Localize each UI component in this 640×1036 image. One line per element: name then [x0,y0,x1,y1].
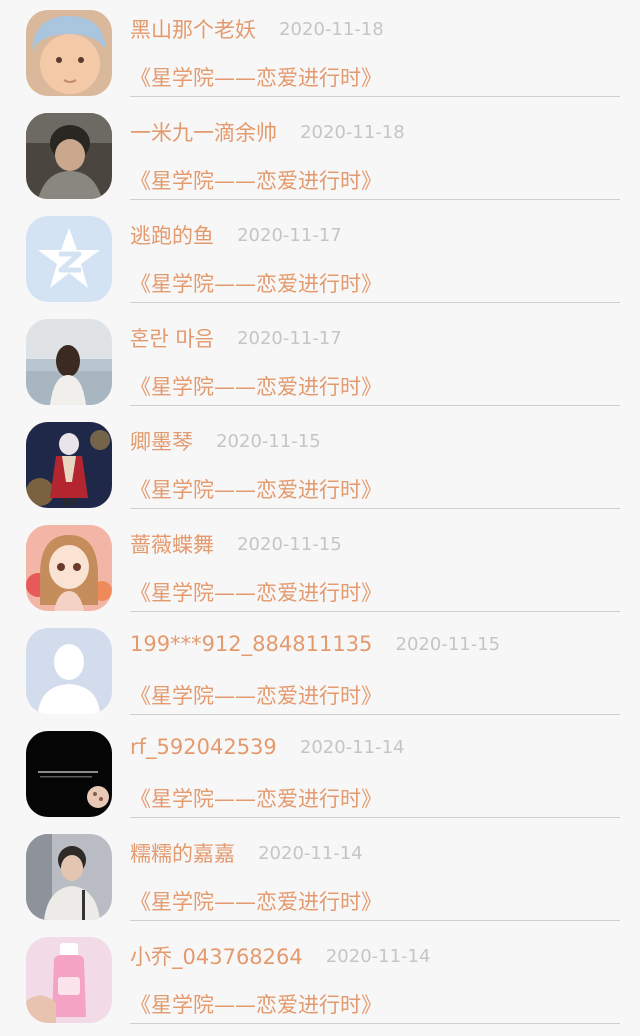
work-title[interactable]: 《星学院——恋爱进行时》 [130,783,382,813]
comment-date: 2020-11-15 [395,633,501,655]
comment-date: 2020-11-14 [325,945,431,967]
list-item[interactable]: 卿墨琴 2020-11-15 《星学院——恋爱进行时》 [0,412,640,515]
comment-date: 2020-11-15 [237,533,342,555]
divider [130,199,620,200]
list-item[interactable]: 黑山那个老妖 2020-11-18 《星学院——恋爱进行时》 [0,0,640,103]
comment-header: 逃跑的鱼 2020-11-17 [130,220,342,254]
work-title[interactable]: 《星学院——恋爱进行时》 [130,886,382,916]
anime-girl-avatar[interactable] [26,525,112,611]
work-title[interactable]: 《星学院——恋爱进行时》 [130,989,382,1019]
comment-date: 2020-11-18 [279,18,384,40]
list-item[interactable]: 199***912_884811135 2020-11-15 《星学院——恋爱进… [0,618,640,721]
divider [130,508,620,509]
comment-header: 糯糯的嘉嘉 2020-11-14 [130,838,363,872]
comment-date: 2020-11-17 [237,224,342,246]
comment-date: 2020-11-14 [258,842,363,864]
work-title[interactable]: 《星学院——恋爱进行时》 [130,474,382,504]
comment-list: 黑山那个老妖 2020-11-18 《星学院——恋爱进行时》 一米九一滴余帅 2… [0,0,640,1036]
dark-text-avatar[interactable] [26,731,112,817]
divider [130,817,620,818]
work-title[interactable]: 《星学院——恋爱进行时》 [130,165,382,195]
work-title[interactable]: 《星学院——恋爱进行时》 [130,577,382,607]
comment-date: 2020-11-15 [216,430,321,452]
qq-star-avatar[interactable] [26,216,112,302]
list-item[interactable]: 蔷薇蝶舞 2020-11-15 《星学院——恋爱进行时》 [0,515,640,618]
user-name[interactable]: rf_592042539 [130,735,277,759]
divider [130,1023,620,1024]
work-title[interactable]: 《星学院——恋爱进行时》 [130,371,382,401]
user-name[interactable]: 199***912_884811135 [130,632,372,656]
comment-header: 199***912_884811135 2020-11-15 [130,632,500,666]
list-item[interactable]: 혼란 마음 2020-11-17 《星学院——恋爱进行时》 [0,309,640,412]
divider [130,302,620,303]
list-item[interactable]: 一米九一滴余帅 2020-11-18 《星学院——恋爱进行时》 [0,103,640,206]
comment-date: 2020-11-14 [299,736,405,758]
user-name[interactable]: 黑山那个老妖 [130,18,256,42]
divider [130,405,620,406]
list-item[interactable]: 糯糯的嘉嘉 2020-11-14 《星学院——恋爱进行时》 [0,824,640,927]
comment-header: rf_592042539 2020-11-14 [130,735,404,769]
user-name[interactable]: 一米九一滴余帅 [130,121,277,145]
comment-date: 2020-11-18 [300,121,405,143]
child-photo-avatar[interactable] [26,113,112,199]
user-name[interactable]: 逃跑的鱼 [130,224,214,248]
anime-warrior-avatar[interactable] [26,422,112,508]
user-name[interactable]: 蔷薇蝶舞 [130,533,214,557]
comment-header: 一米九一滴余帅 2020-11-18 [130,117,405,151]
comment-date: 2020-11-17 [237,327,342,349]
baby-avatar[interactable] [26,10,112,96]
divider [130,611,620,612]
work-title[interactable]: 《星学院——恋爱进行时》 [130,268,382,298]
list-item[interactable]: 逃跑的鱼 2020-11-17 《星学院——恋爱进行时》 [0,206,640,309]
list-item[interactable]: rf_592042539 2020-11-14 《星学院——恋爱进行时》 [0,721,640,824]
boy-photo-avatar[interactable] [26,834,112,920]
divider [130,714,620,715]
user-name[interactable]: 糯糯的嘉嘉 [130,842,235,866]
divider [130,96,620,97]
comment-header: 小乔_043768264 2020-11-14 [130,941,430,975]
user-name[interactable]: 小乔_043768264 [130,945,303,969]
user-name[interactable]: 卿墨琴 [130,430,193,454]
girl-sea-avatar[interactable] [26,319,112,405]
list-item[interactable]: 小乔_043768264 2020-11-14 《星学院——恋爱进行时》 [0,927,640,1030]
comment-header: 혼란 마음 2020-11-17 [130,323,342,357]
divider [130,920,620,921]
pink-bottle-avatar[interactable] [26,937,112,1023]
comment-header: 卿墨琴 2020-11-15 [130,426,321,460]
comment-header: 蔷薇蝶舞 2020-11-15 [130,529,342,563]
work-title[interactable]: 《星学院——恋爱进行时》 [130,680,382,710]
user-name[interactable]: 혼란 마음 [130,327,214,351]
default-person-avatar[interactable] [26,628,112,714]
comment-header: 黑山那个老妖 2020-11-18 [130,14,384,48]
work-title[interactable]: 《星学院——恋爱进行时》 [130,62,382,92]
